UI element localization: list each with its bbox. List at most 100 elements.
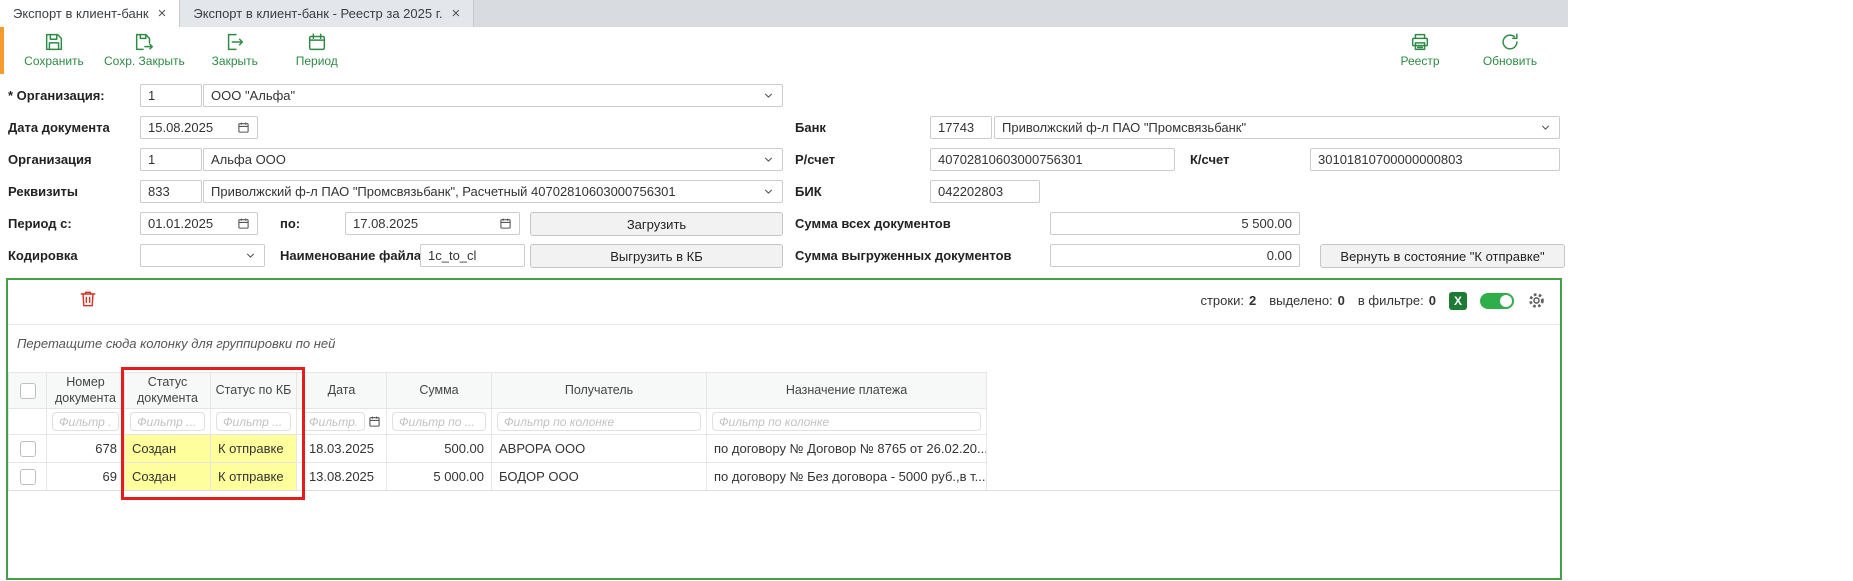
tab-export-client-bank[interactable]: Экспорт в клиент-банк × bbox=[0, 0, 180, 27]
label-organization: Организация bbox=[8, 152, 92, 167]
requisites-select[interactable]: Приволжский ф-л ПАО "Промсвязьбанк", Рас… bbox=[203, 180, 783, 203]
rows-count-value: 2 bbox=[1249, 293, 1256, 308]
table-filter-row bbox=[9, 409, 987, 435]
cell-payee: АВРОРА ООО bbox=[492, 435, 707, 463]
label-corr-account: К/счет bbox=[1190, 152, 1229, 167]
tab-label: Экспорт в клиент-банк bbox=[13, 6, 149, 21]
filename-input[interactable]: 1c_to_cl bbox=[420, 244, 525, 267]
table-header-row: Номер документа Статус документа Статус … bbox=[9, 373, 987, 409]
save-label: Сохранить bbox=[24, 54, 84, 68]
sum-exported-input[interactable]: 0.00 bbox=[1050, 244, 1300, 267]
account-input[interactable]: 40702810603000756301 bbox=[930, 148, 1175, 171]
selected-count-label: выделено: bbox=[1269, 293, 1332, 308]
registry-button[interactable]: Реестр bbox=[1388, 31, 1452, 68]
close-button[interactable]: Закрыть bbox=[203, 31, 267, 68]
export-kb-button[interactable]: Выгрузить в КБ bbox=[530, 244, 783, 268]
sum-all-input[interactable]: 5 500.00 bbox=[1050, 212, 1300, 235]
save-close-button[interactable]: Сохр. Закрыть bbox=[104, 31, 185, 68]
label-bik: БИК bbox=[795, 184, 822, 199]
calendar-icon[interactable] bbox=[237, 121, 250, 134]
filter-purpose-input[interactable] bbox=[712, 412, 981, 431]
cell-kb-status: К отправке bbox=[211, 463, 297, 491]
documents-table: Номер документа Статус документа Статус … bbox=[8, 372, 987, 491]
tab-close-icon[interactable]: × bbox=[158, 6, 167, 21]
rows-count-label: строки: bbox=[1200, 293, 1243, 308]
registry-printer-icon bbox=[1409, 31, 1431, 53]
excel-export-icon[interactable]: X bbox=[1449, 292, 1467, 310]
registry-label: Реестр bbox=[1401, 54, 1440, 68]
filtered-count-label: в фильтре: bbox=[1358, 293, 1424, 308]
org-code-input[interactable]: 1 bbox=[140, 148, 202, 171]
group-by-hint: Перетащите сюда колонку для группировки … bbox=[17, 336, 335, 351]
gear-icon[interactable] bbox=[1527, 291, 1546, 310]
bank-code-input[interactable]: 17743 bbox=[930, 116, 992, 139]
trash-icon bbox=[78, 289, 98, 309]
column-header-purpose[interactable]: Назначение платежа bbox=[707, 373, 987, 409]
filter-sum-input[interactable] bbox=[392, 412, 486, 431]
cell-doc-number: 69 bbox=[47, 463, 125, 491]
calendar-icon[interactable] bbox=[237, 217, 250, 230]
label-period-to: по: bbox=[280, 216, 300, 231]
column-header-sum[interactable]: Сумма bbox=[387, 373, 492, 409]
column-header-payee[interactable]: Получатель bbox=[492, 373, 707, 409]
table-row[interactable]: 69 Создан К отправке 13.08.2025 5 000.00… bbox=[9, 463, 987, 491]
cell-purpose: по договору № Без договора - 5000 руб.,в… bbox=[707, 463, 987, 491]
cell-sum: 500.00 bbox=[387, 435, 492, 463]
load-button[interactable]: Загрузить bbox=[530, 212, 783, 236]
chevron-down-icon bbox=[1539, 121, 1552, 134]
save-button[interactable]: Сохранить bbox=[22, 31, 86, 68]
label-sum-all: Сумма всех документов bbox=[795, 216, 951, 231]
app-window: Экспорт в клиент-банк × Экспорт в клиент… bbox=[0, 0, 1568, 581]
filter-date-input[interactable] bbox=[302, 412, 365, 431]
row-checkbox[interactable] bbox=[20, 441, 36, 457]
delete-button[interactable] bbox=[78, 289, 98, 312]
selected-count-value: 0 bbox=[1338, 293, 1345, 308]
tab-export-registry-2025[interactable]: Экспорт в клиент-банк - Реестр за 2025 г… bbox=[180, 0, 474, 27]
corr-account-input[interactable]: 30101810700000000803 bbox=[1310, 148, 1560, 171]
org-select[interactable]: Альфа ООО bbox=[203, 148, 783, 171]
refresh-icon bbox=[1499, 31, 1521, 53]
period-button[interactable]: Период bbox=[285, 31, 349, 68]
row-checkbox[interactable] bbox=[20, 469, 36, 485]
documents-grid-panel: строки:2 выделено:0 в фильтре:0 X Перета… bbox=[6, 278, 1562, 580]
chevron-down-icon bbox=[762, 89, 775, 102]
grid-stats: строки:2 выделено:0 в фильтре:0 X bbox=[1200, 291, 1546, 310]
doc-date-input[interactable]: 15.08.2025 bbox=[140, 116, 258, 139]
cell-date: 18.03.2025 bbox=[297, 435, 387, 463]
close-label: Закрыть bbox=[212, 54, 258, 68]
label-requisites: Реквизиты bbox=[8, 184, 78, 199]
column-header-doc-number[interactable]: Номер документа bbox=[47, 373, 125, 409]
filter-doc-number-input[interactable] bbox=[52, 412, 119, 431]
tab-close-icon[interactable]: × bbox=[451, 6, 460, 21]
table-row[interactable]: 678 Создан К отправке 18.03.2025 500.00 … bbox=[9, 435, 987, 463]
filter-payee-input[interactable] bbox=[497, 412, 701, 431]
organization-code-input[interactable]: 1 bbox=[140, 84, 202, 107]
save-icon bbox=[43, 31, 65, 53]
return-state-button[interactable]: Вернуть в состояние "К отправке" bbox=[1320, 244, 1565, 268]
select-all-checkbox[interactable] bbox=[20, 383, 36, 399]
grid-bottom-divider bbox=[8, 490, 1560, 491]
requisites-code-input[interactable]: 833 bbox=[140, 180, 202, 203]
label-doc-date: Дата документа bbox=[8, 120, 110, 135]
refresh-button[interactable]: Обновить bbox=[1478, 31, 1542, 68]
encoding-select[interactable] bbox=[140, 244, 265, 267]
save-close-label: Сохр. Закрыть bbox=[104, 54, 185, 68]
cell-kb-status: К отправке bbox=[211, 435, 297, 463]
label-organization-required: * Организация: bbox=[8, 88, 105, 103]
calendar-icon[interactable] bbox=[499, 217, 512, 230]
organization-select[interactable]: ООО "Альфа" bbox=[203, 84, 783, 107]
calendar-icon[interactable] bbox=[368, 415, 381, 428]
period-to-input[interactable]: 17.08.2025 bbox=[345, 212, 520, 235]
column-header-kb-status[interactable]: Статус по КБ bbox=[211, 373, 297, 409]
filter-doc-status-input[interactable] bbox=[130, 412, 205, 431]
bank-select[interactable]: Приволжский ф-л ПАО "Промсвязьбанк" bbox=[994, 116, 1560, 139]
column-header-doc-status[interactable]: Статус документа bbox=[125, 373, 211, 409]
period-from-input[interactable]: 01.01.2025 bbox=[140, 212, 258, 235]
column-header-date[interactable]: Дата bbox=[297, 373, 387, 409]
chevron-down-icon bbox=[244, 249, 257, 262]
grid-toggle[interactable] bbox=[1480, 293, 1514, 309]
filter-kb-status-input[interactable] bbox=[216, 412, 291, 431]
bik-input[interactable]: 042202803 bbox=[930, 180, 1040, 203]
close-icon bbox=[224, 31, 246, 53]
cell-purpose: по договору № Договор № 8765 от 26.02.20… bbox=[707, 435, 987, 463]
